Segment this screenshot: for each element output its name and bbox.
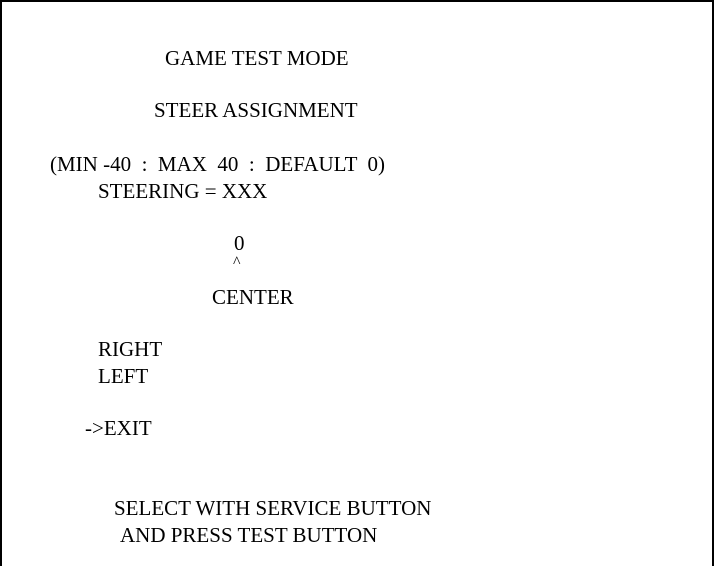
steering-range: (MIN -40 : MAX 40 : DEFAULT 0) [50,152,386,176]
page-subtitle: STEER ASSIGNMENT [154,98,358,122]
center-label: CENTER [212,285,294,309]
steering-readout: STEERING = XXX [98,179,268,203]
footer-instruction-line-1: SELECT WITH SERVICE BUTTON [114,496,432,520]
page-title: GAME TEST MODE [165,46,349,70]
menu-item-exit[interactable]: ->EXIT [85,416,152,440]
caret-icon: ^ [233,254,241,271]
center-value: 0 [234,231,245,255]
game-test-screen: GAME TEST MODE STEER ASSIGNMENT (MIN -40… [0,0,714,566]
footer-instruction-line-2: AND PRESS TEST BUTTON [120,523,378,547]
menu-item-left[interactable]: LEFT [98,364,148,388]
menu-item-right[interactable]: RIGHT [98,337,162,361]
